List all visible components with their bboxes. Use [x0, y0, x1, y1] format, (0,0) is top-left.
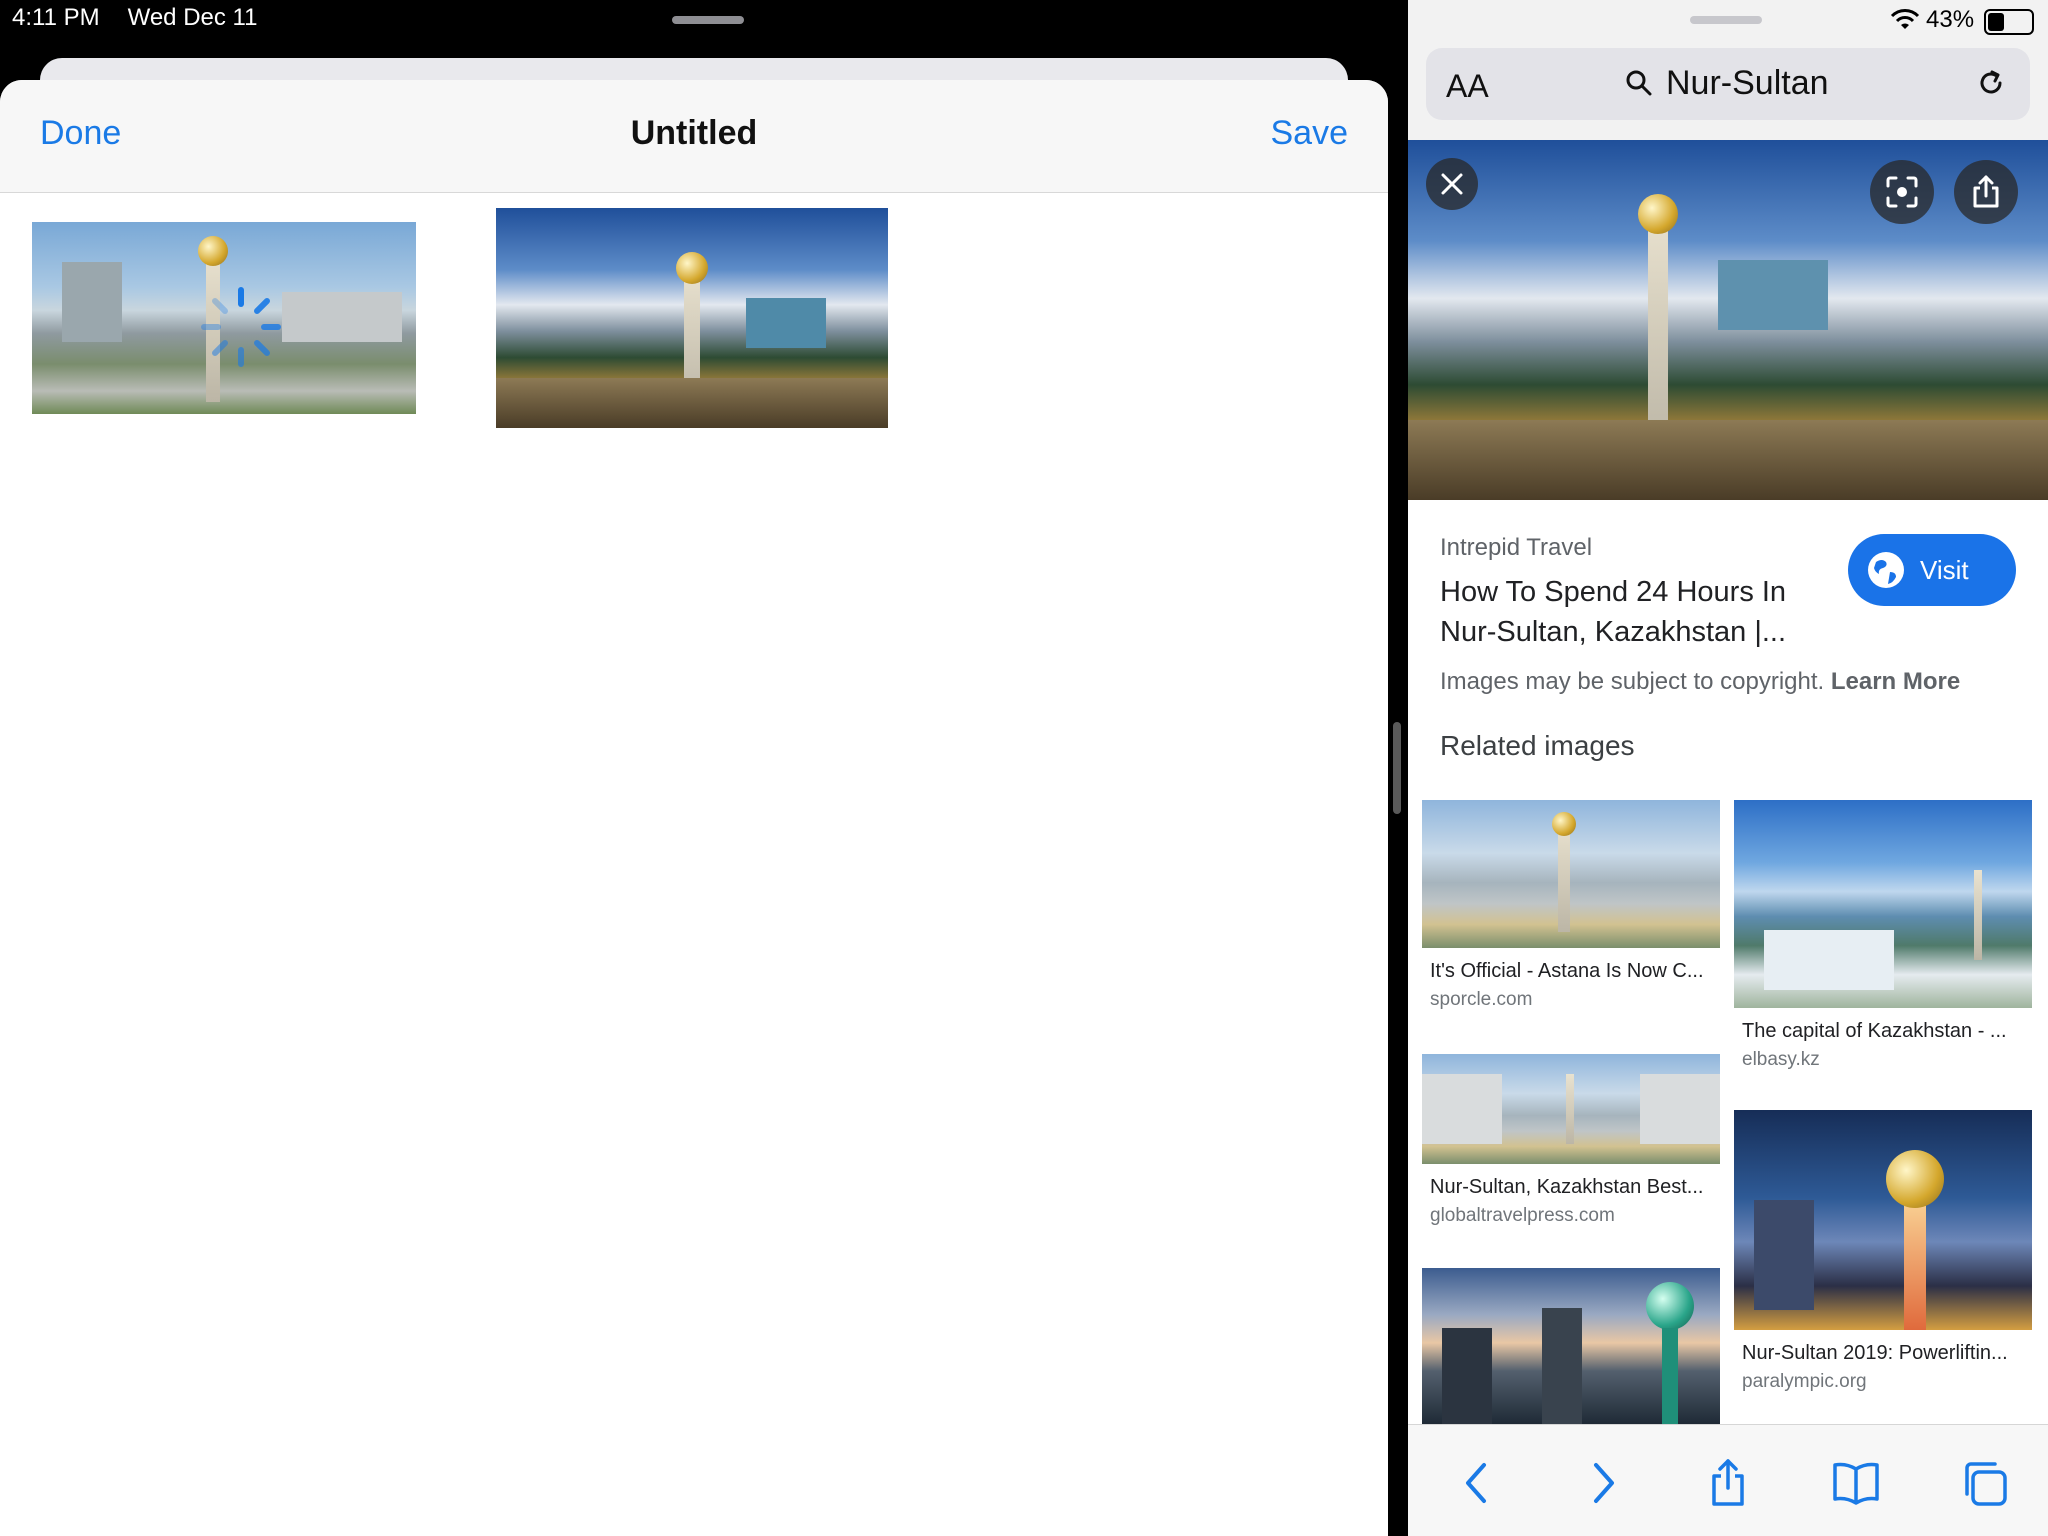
status-date: Wed Dec 11	[127, 4, 258, 31]
forward-icon	[1594, 1463, 1614, 1503]
inserted-image-1[interactable]	[32, 222, 416, 414]
result-source: Intrepid Travel	[1440, 534, 1593, 561]
close-image-button[interactable]	[1426, 158, 1478, 210]
lens-search-button[interactable]	[1870, 160, 1934, 224]
tower-shape	[1558, 822, 1570, 932]
related-card-3[interactable]: Nur-Sultan, Kazakhstan Best... globaltra…	[1422, 1054, 1720, 1227]
building-shape	[1422, 1074, 1502, 1144]
tabs-button[interactable]	[1956, 1455, 2012, 1511]
visit-button[interactable]: Visit	[1848, 534, 2016, 606]
browser-toolbar	[1408, 1424, 2048, 1536]
copyright-text: Images may be subject to copyright.	[1440, 668, 1825, 695]
lens-icon	[1886, 176, 1918, 208]
close-icon	[1441, 173, 1463, 195]
related-image-4	[1734, 1110, 2032, 1330]
building-shape	[282, 292, 402, 342]
related-image-2	[1734, 800, 2032, 1008]
visit-button-label: Visit	[1920, 554, 1969, 585]
status-time: 4:11 PM	[12, 4, 100, 31]
building-shape	[62, 262, 122, 342]
reload-icon[interactable]	[1974, 66, 2008, 100]
related-card-5[interactable]	[1422, 1268, 1720, 1424]
related-title-4: Nur-Sultan 2019: Powerliftin...	[1742, 1342, 2008, 1364]
tabs-icon	[1965, 1462, 2007, 1506]
tower-ball-shape	[676, 252, 708, 284]
tower-ball-shape	[1646, 1282, 1694, 1330]
loading-spinner-icon	[201, 287, 281, 367]
globe-icon	[1868, 552, 1904, 588]
building-shape	[1764, 930, 1894, 990]
inserted-image-2[interactable]	[496, 208, 888, 428]
related-title-3: Nur-Sultan, Kazakhstan Best...	[1430, 1176, 1704, 1198]
related-image-3	[1422, 1054, 1720, 1164]
done-button[interactable]: Done	[40, 114, 121, 153]
sheet-navigation-bar: Untitled Done Save	[0, 80, 1388, 193]
note-sheet: Untitled Done Save	[0, 80, 1388, 1536]
search-icon	[1626, 70, 1652, 96]
learn-more-link[interactable]: Learn More	[1831, 668, 1960, 695]
bookmarks-icon	[1833, 1462, 1879, 1505]
multitask-grabber-right[interactable]	[1690, 16, 1762, 24]
share-icon	[1712, 1459, 1744, 1506]
related-domain-4: paralympic.org	[1742, 1371, 1867, 1392]
tower-ball-shape	[1886, 1150, 1944, 1208]
browser-app: 43% AA Nur-Sultan Intrepid Travel How To…	[1408, 0, 2048, 1536]
reader-text-size-button[interactable]: AA	[1446, 68, 1489, 105]
tower-shape	[1662, 1328, 1678, 1424]
related-domain-3: globaltravelpress.com	[1430, 1205, 1615, 1226]
related-title-2: The capital of Kazakhstan - ...	[1742, 1020, 2007, 1042]
share-button[interactable]	[1700, 1455, 1756, 1511]
tower-shape	[1566, 1074, 1574, 1144]
related-domain-1: sporcle.com	[1430, 989, 1533, 1010]
split-view-resize-handle[interactable]	[1393, 722, 1401, 814]
related-image-5	[1422, 1268, 1720, 1424]
battery-percentage: 43%	[1926, 6, 1975, 33]
building-shape	[1640, 1074, 1720, 1144]
building-shape	[1442, 1328, 1492, 1424]
building-shape	[1754, 1200, 1814, 1310]
back-icon	[1466, 1463, 1486, 1503]
tower-ball-shape	[1638, 194, 1678, 234]
search-query-text: Nur-Sultan	[1666, 64, 1829, 102]
save-button[interactable]: Save	[1271, 114, 1349, 153]
tower-shape	[1648, 210, 1668, 450]
related-domain-2: elbasy.kz	[1742, 1049, 1820, 1070]
multitask-grabber-left[interactable]	[672, 16, 744, 24]
back-button[interactable]	[1448, 1455, 1504, 1511]
status-bar-left: 4:11 PM Wed Dec 11	[12, 4, 257, 32]
building-shape	[1542, 1308, 1582, 1424]
plaza-shape	[496, 378, 888, 428]
bookmarks-button[interactable]	[1828, 1455, 1884, 1511]
battery-icon	[1984, 9, 2034, 35]
copyright-notice: Images may be subject to copyright. Lear…	[1440, 668, 1960, 696]
tower-shape	[1974, 870, 1982, 960]
related-image-1	[1422, 800, 1720, 948]
share-icon	[1973, 175, 1999, 208]
tower-ball-shape	[198, 236, 228, 266]
building-shape	[746, 298, 826, 348]
tower-ball-shape	[1552, 812, 1576, 836]
address-field[interactable]: AA Nur-Sultan	[1426, 48, 2030, 120]
building-shape	[1718, 260, 1828, 330]
related-card-2[interactable]: The capital of Kazakhstan - ... elbasy.k…	[1734, 800, 2032, 1071]
related-card-1[interactable]: It's Official - Astana Is Now C... sporc…	[1422, 800, 1720, 1011]
related-images-heading: Related images	[1440, 730, 1635, 761]
address-bar-container: AA Nur-Sultan	[1408, 36, 2048, 140]
forward-button[interactable]	[1576, 1455, 1632, 1511]
result-hero-image[interactable]	[1408, 140, 2048, 500]
related-title-1: It's Official - Astana Is Now C...	[1430, 960, 1704, 982]
wifi-icon	[1890, 9, 1920, 29]
result-headline[interactable]: How To Spend 24 Hours In Nur-Sultan, Kaz…	[1440, 572, 1810, 652]
related-card-4[interactable]: Nur-Sultan 2019: Powerliftin... paralymp…	[1734, 1110, 2032, 1393]
sheet-title: Untitled	[630, 114, 758, 152]
share-image-button[interactable]	[1954, 160, 2018, 224]
plaza-shape	[1408, 420, 2048, 500]
